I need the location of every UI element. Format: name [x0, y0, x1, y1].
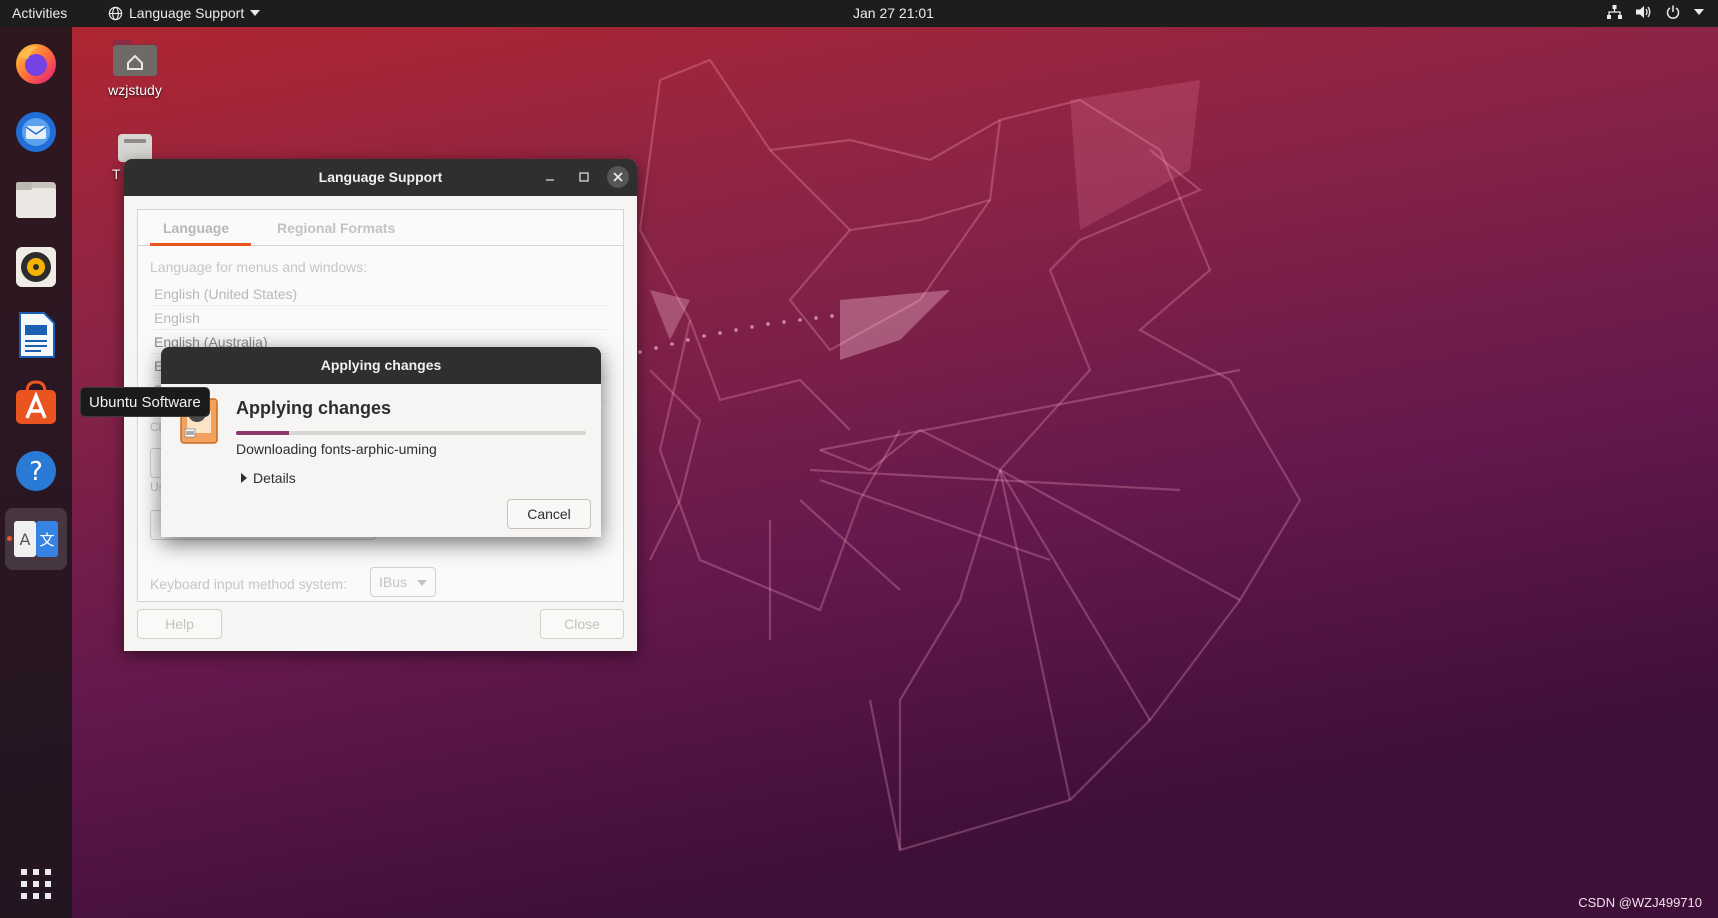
ubuntu-software-icon — [16, 380, 56, 424]
running-indicator — [7, 536, 12, 541]
svg-text:文: 文 — [39, 531, 54, 549]
dock-thunderbird[interactable] — [5, 100, 67, 162]
volume-icon[interactable] — [1636, 5, 1652, 19]
dock-writer[interactable] — [5, 304, 67, 366]
files-icon — [16, 182, 56, 218]
details-expander[interactable]: Details — [241, 470, 296, 486]
language-section-label: Language for menus and windows: — [150, 259, 368, 275]
globe-icon — [108, 6, 123, 20]
top-bar: Activities Language Support Jan 27 21:01 — [0, 0, 1718, 27]
desktop-home-folder[interactable]: wzjstudy — [100, 36, 170, 98]
help-icon: ? — [16, 451, 56, 491]
maximize-icon[interactable] — [573, 166, 595, 188]
dialog-titlebar[interactable]: Applying changes — [161, 347, 601, 384]
writer-icon — [19, 312, 55, 358]
status-text: Downloading fonts-arphic-uming — [236, 441, 437, 457]
minimize-icon[interactable] — [539, 166, 561, 188]
show-applications-button[interactable] — [5, 853, 67, 915]
home-folder-icon — [113, 40, 157, 76]
partial-text: Cl — [150, 420, 162, 434]
progress-fill — [236, 431, 289, 435]
app-menu[interactable]: Language Support — [108, 5, 261, 21]
firefox-icon — [16, 44, 56, 84]
tab-bar: Language Regional Formats — [138, 210, 623, 246]
tab-language[interactable]: Language — [163, 220, 229, 236]
clock[interactable]: Jan 27 21:01 — [853, 5, 934, 21]
close-button[interactable]: Close — [540, 609, 624, 639]
rhythmbox-icon — [16, 247, 56, 287]
keyboard-input-select[interactable]: IBus — [370, 567, 436, 597]
chevron-down-icon — [417, 580, 427, 586]
close-icon[interactable] — [607, 166, 629, 188]
dock-files[interactable] — [5, 168, 67, 230]
dock-ubuntu-software[interactable] — [5, 372, 67, 434]
applying-changes-dialog: Applying changes Applying changes Downlo… — [161, 347, 601, 537]
details-label: Details — [253, 470, 296, 486]
dock-tooltip: Ubuntu Software — [80, 387, 210, 417]
power-icon[interactable] — [1666, 5, 1680, 19]
progress-bar — [236, 431, 586, 435]
home-folder-label: wzjstudy — [108, 82, 162, 98]
keyboard-input-value: IBus — [379, 574, 408, 590]
language-item[interactable]: English — [150, 306, 610, 330]
chevron-down-icon — [250, 10, 261, 16]
svg-text:A: A — [20, 530, 31, 549]
keyboard-input-label: Keyboard input method system: — [150, 576, 347, 592]
activities-button[interactable]: Activities — [12, 5, 67, 21]
app-menu-label: Language Support — [129, 5, 245, 21]
chevron-right-icon — [241, 473, 247, 483]
dock-firefox[interactable] — [5, 32, 67, 94]
dock: ? A 文 — [0, 27, 72, 918]
dock-language-support[interactable]: A 文 — [5, 508, 67, 570]
tab-regional-formats[interactable]: Regional Formats — [277, 220, 395, 236]
active-tab-indicator — [150, 243, 251, 246]
window-title: Language Support — [318, 169, 443, 185]
chevron-down-icon[interactable] — [1694, 8, 1704, 16]
network-icon[interactable] — [1607, 5, 1622, 19]
app-grid-icon — [21, 869, 51, 899]
help-button[interactable]: Help — [137, 609, 222, 639]
language-item[interactable]: English (United States) — [150, 282, 610, 306]
thunderbird-icon — [16, 112, 56, 152]
trash-icon — [118, 134, 152, 162]
dialog-heading: Applying changes — [236, 398, 392, 418]
cancel-button[interactable]: Cancel — [507, 499, 591, 529]
window-titlebar[interactable]: Language Support — [124, 159, 637, 196]
dock-help[interactable]: ? — [5, 440, 67, 502]
system-tray[interactable] — [1607, 5, 1704, 19]
watermark: CSDN @WZJ499710 — [1578, 895, 1702, 910]
svg-text:?: ? — [29, 457, 43, 487]
dock-rhythmbox[interactable] — [5, 236, 67, 298]
language-support-icon: A 文 — [14, 521, 58, 557]
